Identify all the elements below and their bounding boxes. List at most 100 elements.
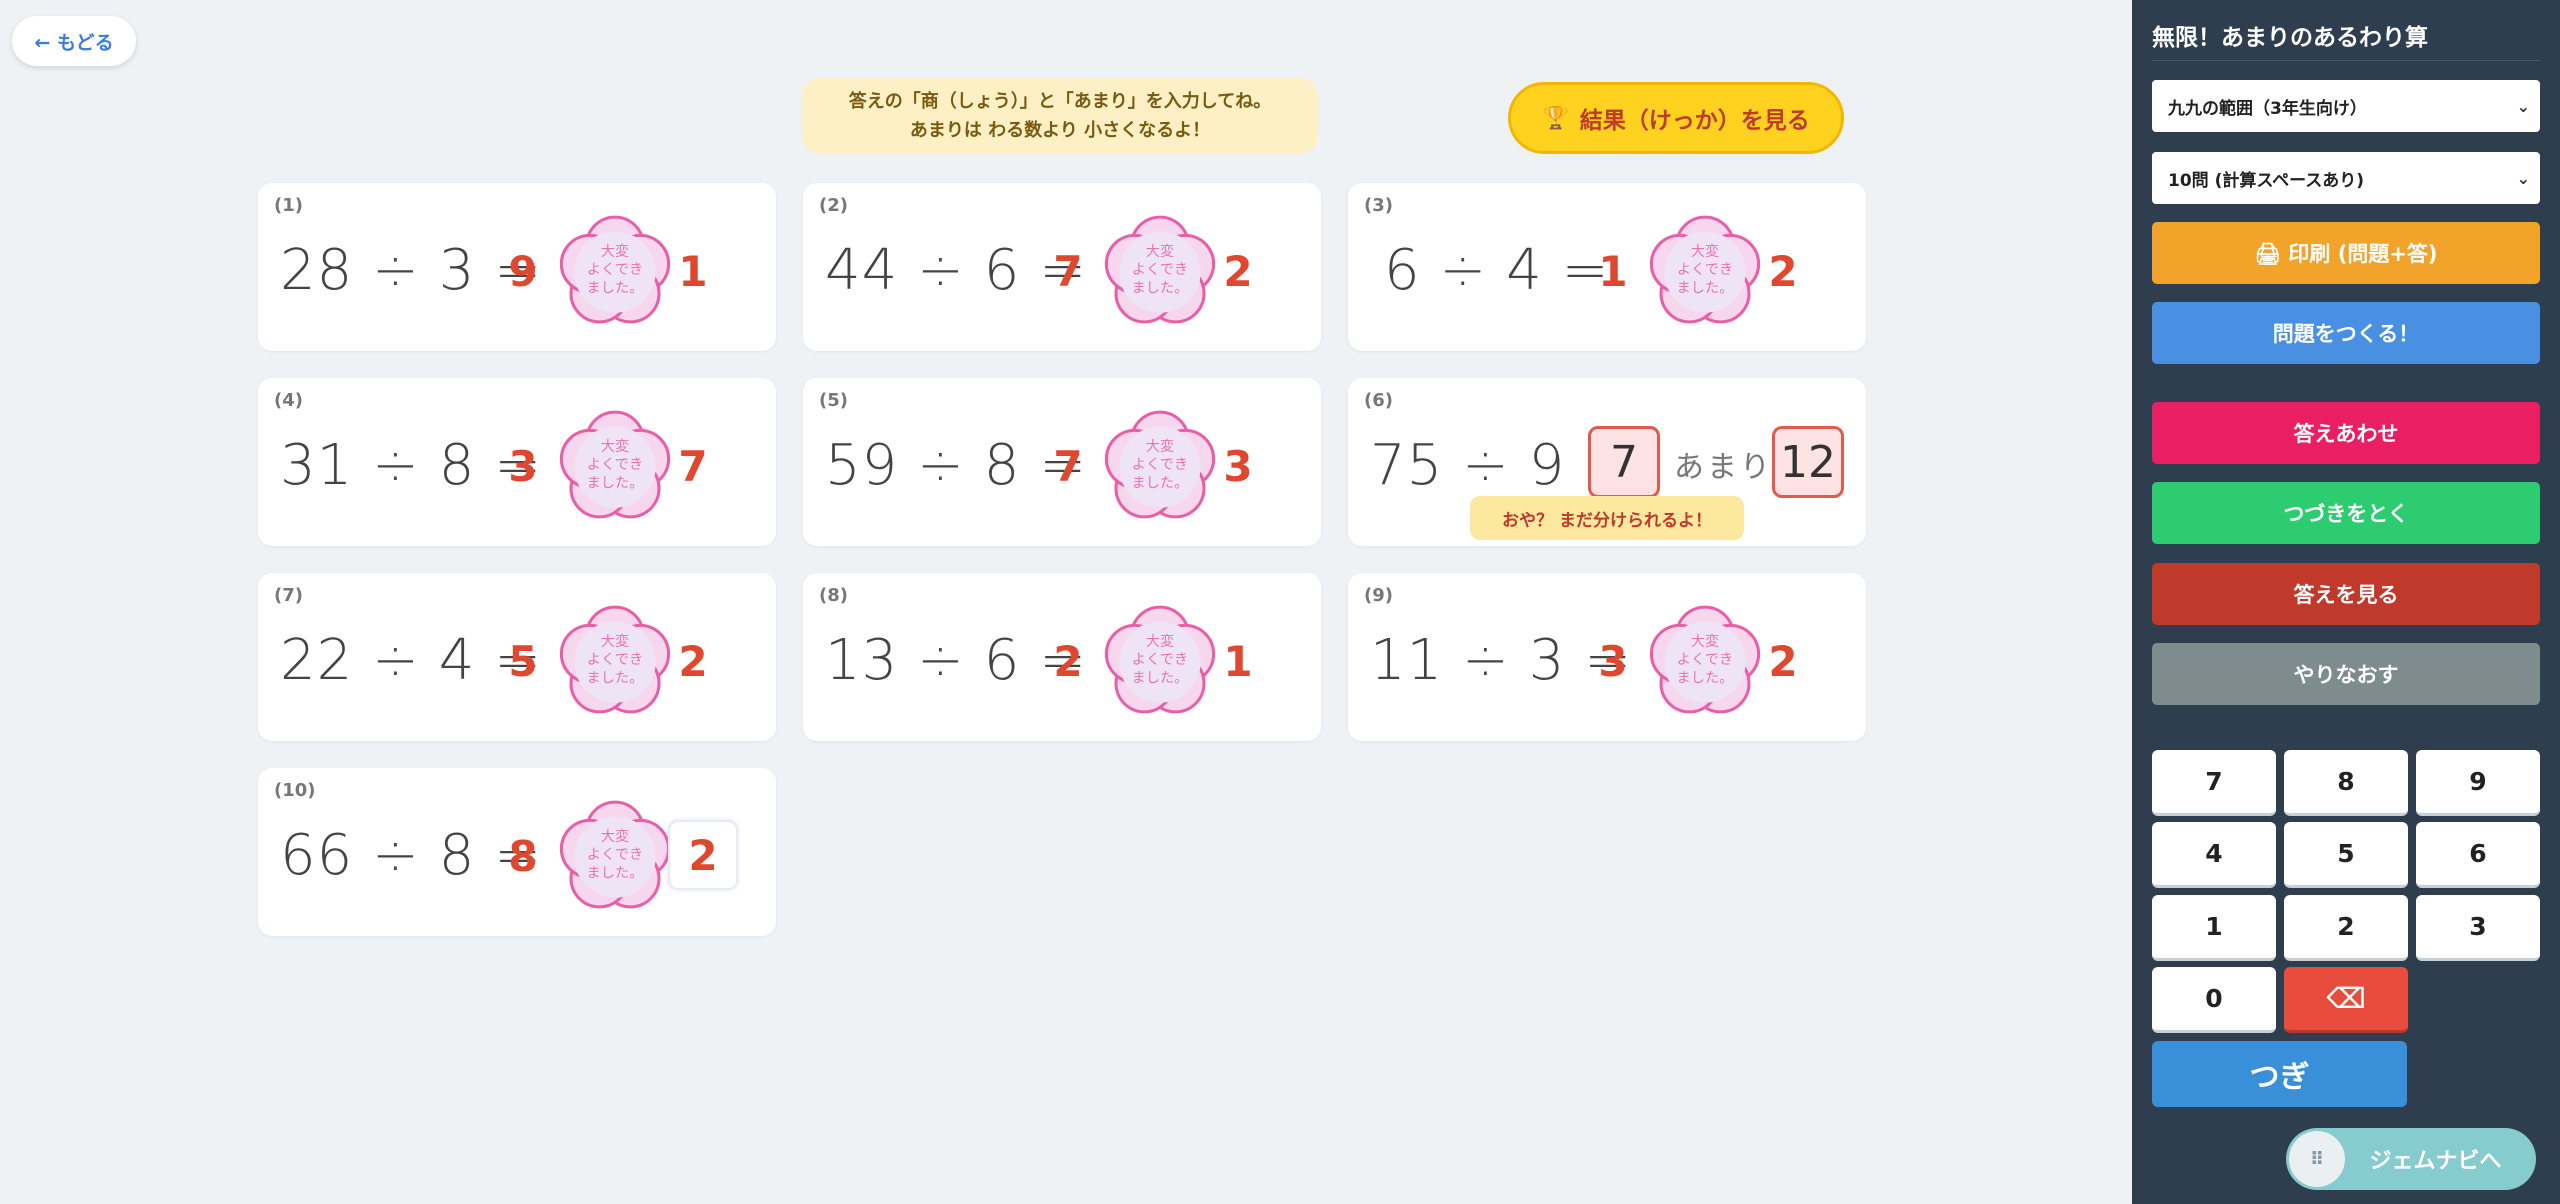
remainder-input[interactable]: 12 [1772,426,1844,498]
remainder-answer[interactable]: 3 [1213,438,1263,494]
remainder-answer[interactable]: 2 [1213,243,1263,299]
stamp-text: ました。 [1677,279,1734,296]
problem-expression: 59 ÷ 8 = [825,432,1088,498]
remainder-label: あまり [1674,450,1773,485]
chevron-down-icon: ⌄ [2516,168,2530,188]
trophy-icon: 🏆 [1542,105,1570,131]
problem-card: (7) 22 ÷ 4 = 5 大変 よくでき ました。 2 [258,573,776,741]
quotient-answer[interactable]: 9 [498,243,548,299]
flower-stamp-icon: 大変 よくでき ました。 [554,404,676,526]
stamp-text: ました。 [1132,474,1189,491]
keypad-key[interactable]: 0 [2152,967,2276,1033]
flower-stamp-icon: 大変 よくでき ました。 [554,794,676,916]
flower-stamp-graphic: 大変よくできました。 [1104,410,1216,519]
keypad-key[interactable]: 5 [2284,822,2408,888]
stamp-text: ました。 [1677,669,1734,686]
drag-handle-icon[interactable]: ⠿ [2289,1131,2345,1187]
instruction-line-1: 答えの「商（しょう）」と「あまり」を入力してね。 [848,91,1272,112]
remainder-input[interactable]: 2 [668,820,738,890]
keypad-key[interactable]: 6 [2416,822,2540,888]
stamp-text: 大変 [1146,438,1174,455]
keypad-key[interactable]: 8 [2284,750,2408,816]
flower-stamp-icon: 大変 よくでき ました。 [1099,209,1221,331]
check-answers-button[interactable]: 答えあわせ [2152,402,2540,464]
stamp-text: よくでき [1132,651,1188,668]
quotient-answer[interactable]: 5 [498,633,548,689]
stamp-text: ました。 [587,669,644,686]
quotient-answer[interactable]: 2 [1043,633,1093,689]
problem-number: (1) [274,195,303,216]
stamp-text: 大変 [1691,243,1719,260]
flower-stamp-icon: 大変 よくでき ました。 [1644,599,1766,721]
problem-card: (3) 6 ÷ 4 = 1 大変 よくでき ました。 2 [1348,183,1866,351]
remainder-answer[interactable]: 2 [668,633,718,689]
back-button[interactable]: ← もどる [12,16,136,66]
stamp-text: よくでき [1132,456,1188,473]
problem-number: (2) [819,195,848,216]
remainder-answer[interactable]: 1 [668,243,718,299]
flower-stamp-graphic: 大変よくできました。 [559,215,671,324]
remainder-answer[interactable]: 2 [1758,633,1808,689]
problem-expression: 13 ÷ 6 = [825,627,1088,693]
range-select-value: 九九の範囲（3年生向け） [2168,98,2367,119]
count-select[interactable]: 10問 (計算スペースあり) ⌄ [2152,152,2540,204]
problem-card: (10) 66 ÷ 8 = 8 大変 よくでき ました。 2 [258,768,776,936]
keypad-key[interactable]: 9 [2416,750,2540,816]
show-answers-button[interactable]: 答えを見る [2152,563,2540,625]
flower-stamp-graphic: 大変よくできました。 [559,800,671,909]
continue-button[interactable]: つづきをとく [2152,482,2540,544]
quotient-answer[interactable]: 7 [1043,243,1093,299]
gem-navi-button[interactable]: ⠿ ジェムナビへ [2286,1128,2536,1190]
keypad-key[interactable]: 3 [2416,895,2540,961]
create-button[interactable]: 問題をつくる！ [2152,302,2540,364]
retry-button[interactable]: やりなおす [2152,643,2540,705]
remainder-answer[interactable]: 2 [1758,243,1808,299]
quotient-input[interactable]: 7 [1588,426,1660,498]
stamp-text: よくでき [587,456,643,473]
quotient-answer[interactable]: 8 [498,828,548,884]
problem-number: (9) [1364,585,1393,606]
print-button[interactable]: 🖨 印刷 (問題+答) [2152,222,2540,284]
stamp-text: ました。 [587,864,644,881]
stamp-text: よくでき [1677,261,1733,278]
stamp-text: よくでき [1132,261,1188,278]
flower-stamp-graphic: 大変よくできました。 [559,410,671,519]
keypad-key[interactable]: 4 [2152,822,2276,888]
stamp-text: 大変 [601,633,629,650]
stamp-text: ました。 [587,279,644,296]
quotient-answer[interactable]: 3 [498,438,548,494]
backspace-icon[interactable]: ⌫ [2284,967,2408,1033]
problem-card: (1) 28 ÷ 3 = 9 大変 よくでき ました。 1 [258,183,776,351]
problem-number: (8) [819,585,848,606]
flower-stamp-graphic: 大変よくできました。 [1649,605,1761,714]
keypad-key[interactable]: 1 [2152,895,2276,961]
stamp-text: 大変 [601,828,629,845]
problem-expression: 6 ÷ 4 = [1384,237,1610,303]
stamp-text: 大変 [601,243,629,260]
range-select[interactable]: 九九の範囲（3年生向け） ⌄ [2152,80,2540,132]
remainder-answer[interactable]: 7 [668,438,718,494]
keypad-key[interactable]: 7 [2152,750,2276,816]
problem-expression: 75 ÷ 9 = [1370,432,1633,498]
problem-card: (8) 13 ÷ 6 = 2 大変 よくでき ました。 1 [803,573,1321,741]
problem-number: (5) [819,390,848,411]
quotient-answer[interactable]: 1 [1588,243,1638,299]
keypad-key[interactable]: 2 [2284,895,2408,961]
remainder-answer[interactable]: 1 [1213,633,1263,689]
flower-stamp-graphic: 大変よくできました。 [1104,605,1216,714]
problem-expression: 31 ÷ 8 = [280,432,543,498]
flower-stamp-graphic: 大変よくできました。 [559,605,671,714]
problem-card: (6) 75 ÷ 9 = 7 あまり 12 おや？ まだ分けられるよ！ [1348,378,1866,546]
panel-title: 無限！あまりのあるわり算 [2152,18,2540,61]
stamp-text: ました。 [1132,669,1189,686]
results-button[interactable]: 🏆 結果（けっか）を見る [1508,82,1844,154]
problem-expression: 66 ÷ 8 = [280,822,543,888]
problem-expression: 44 ÷ 6 = [825,237,1088,303]
next-button[interactable]: つぎ [2152,1041,2407,1107]
quotient-answer[interactable]: 7 [1043,438,1093,494]
quotient-answer[interactable]: 3 [1588,633,1638,689]
problem-number: (7) [274,585,303,606]
problem-number: (10) [274,780,316,801]
problem-number: (4) [274,390,303,411]
problem-number: (3) [1364,195,1393,216]
